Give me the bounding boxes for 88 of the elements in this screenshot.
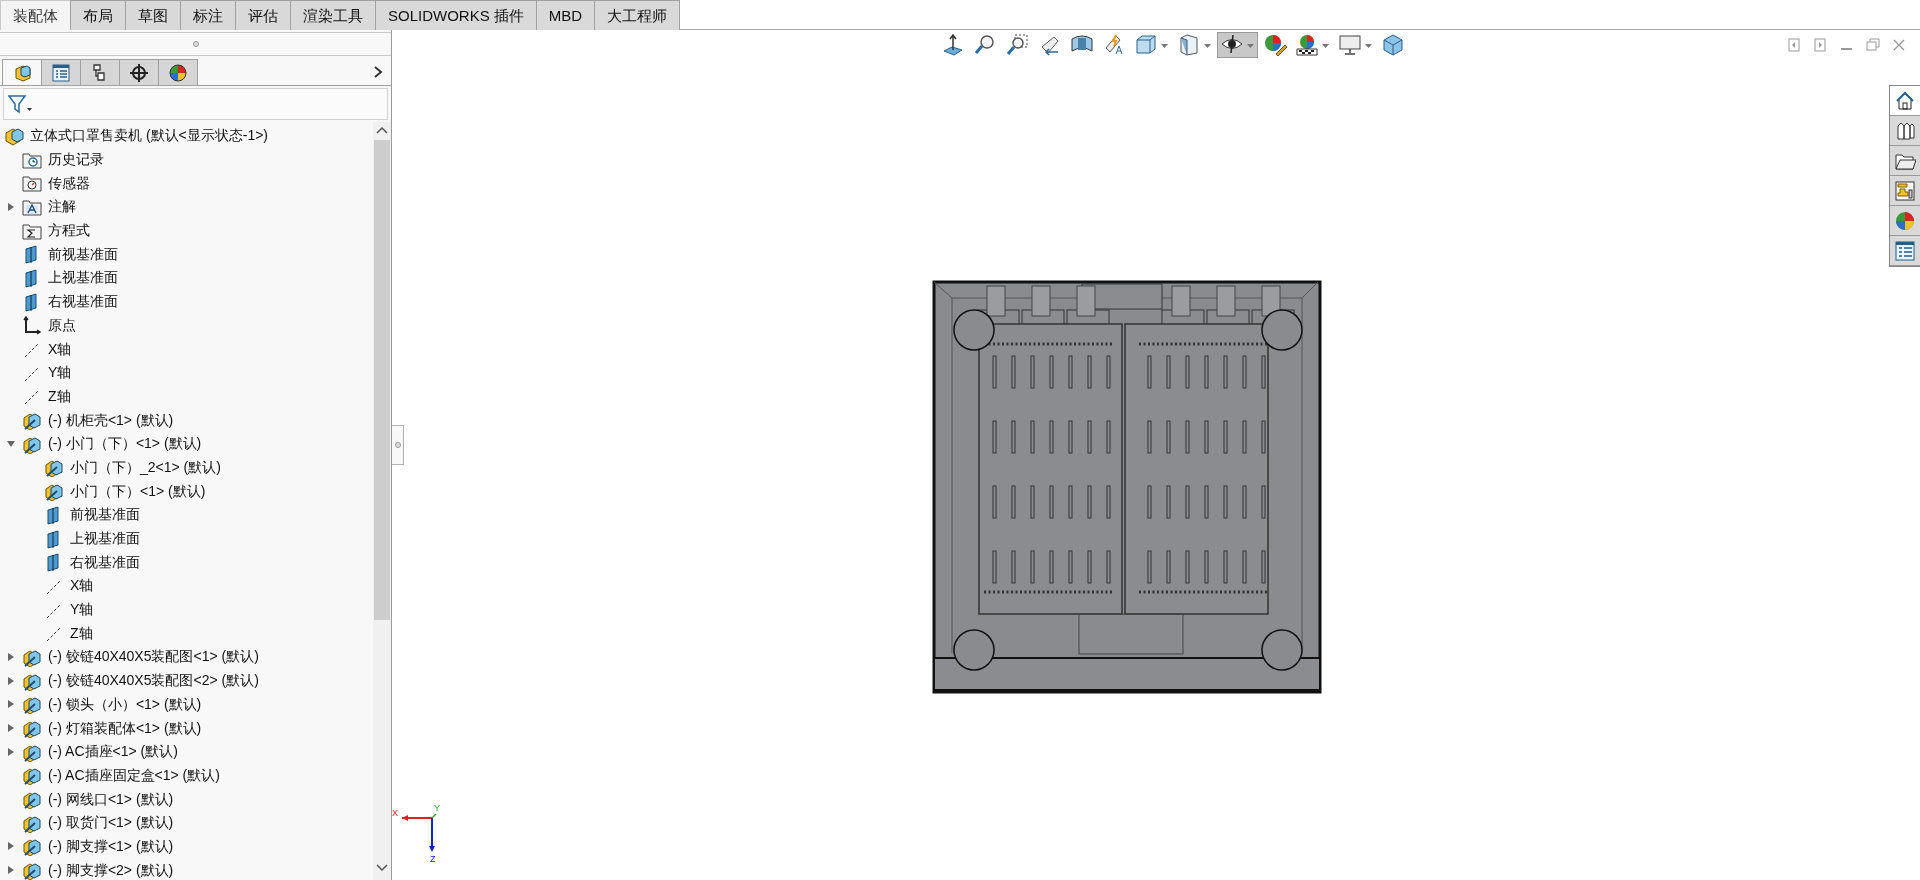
color-wheel-icon xyxy=(168,62,188,83)
tree-item-label[interactable]: 前视基准面 xyxy=(70,504,140,526)
tree-item-label[interactable]: Y轴 xyxy=(70,599,94,621)
tree-item-label[interactable]: (-) 锁头（小）<1> (默认) xyxy=(48,693,202,715)
task-pane-tab[interactable] xyxy=(1890,176,1920,206)
pane-left-icon[interactable] xyxy=(1788,38,1802,52)
toolbar-button[interactable] xyxy=(1217,32,1258,58)
ribbon-tab[interactable]: 草图 xyxy=(125,0,181,30)
assembly-icon xyxy=(12,62,32,83)
task-pane-tab[interactable] xyxy=(1890,116,1920,146)
tree-item-label[interactable]: 前视基准面 xyxy=(48,243,118,265)
tree-item-label[interactable]: 右视基准面 xyxy=(48,291,118,313)
expand-arrow-icon[interactable] xyxy=(7,841,15,852)
tree-item-label[interactable]: (-) 机柜壳<1> (默认) xyxy=(48,409,174,431)
cube-icon xyxy=(1381,33,1405,57)
expand-arrow-icon[interactable] xyxy=(7,201,15,212)
view-orientation-icon xyxy=(1134,33,1158,57)
y-axis-label: Y xyxy=(434,804,440,813)
ribbon-tab[interactable]: 标注 xyxy=(180,0,236,30)
ribbon-tab[interactable]: 评估 xyxy=(235,0,291,30)
ribbon-tab[interactable]: 装配体 xyxy=(0,0,71,30)
tree-item-label[interactable]: 历史记录 xyxy=(48,149,104,171)
monitor-icon xyxy=(1338,33,1362,57)
x-axis-label: X xyxy=(392,809,398,818)
close-icon[interactable] xyxy=(1892,38,1906,52)
tree-item-label[interactable]: 右视基准面 xyxy=(70,551,140,573)
edit-appearance-icon xyxy=(1263,33,1287,57)
color-wheel-icon xyxy=(1894,209,1916,232)
palette-layout-icon xyxy=(1894,179,1916,202)
panel-grip-icon[interactable] xyxy=(192,41,199,47)
expand-arrow-icon[interactable] xyxy=(7,723,15,734)
tree-item-label[interactable]: (-) 铰链40X40X5装配图<1> (默认) xyxy=(48,646,259,668)
panel-tab[interactable] xyxy=(2,59,42,85)
panel-tab[interactable] xyxy=(41,59,81,85)
tree-item-label[interactable]: 立体式口罩售卖机 (默认<显示状态-1>) xyxy=(30,125,268,147)
tree-item-label[interactable]: 方程式 xyxy=(48,220,90,242)
ribbon-tab[interactable]: 渲染工具 xyxy=(290,0,376,30)
tree-item-label[interactable]: 上视基准面 xyxy=(70,528,140,550)
ribbon-tab[interactable]: SOLIDWORKS 插件 xyxy=(375,0,537,30)
tree-item-label[interactable]: 小门（下）_2<1> (默认) xyxy=(70,456,221,478)
tree-item-label[interactable]: (-) AC插座<1> (默认) xyxy=(48,741,178,763)
tree-item-label[interactable]: 上视基准面 xyxy=(48,267,118,289)
tree-item-label[interactable]: 原点 xyxy=(48,314,76,336)
panel-tab[interactable] xyxy=(119,59,159,85)
z-axis-label: Z xyxy=(430,855,436,864)
expand-arrow-icon[interactable] xyxy=(7,675,15,686)
task-pane-tab[interactable] xyxy=(1890,236,1920,266)
tree-item-label[interactable]: (-) 网线口<1> (默认) xyxy=(48,788,174,810)
tree-item-label[interactable]: (-) 脚支撑<2> (默认) xyxy=(48,859,174,880)
list-icon xyxy=(51,62,71,83)
ribbon-tab[interactable]: MBD xyxy=(535,0,596,30)
sensor-folder-icon xyxy=(22,173,42,194)
tree-item-label[interactable]: 传感器 xyxy=(48,172,90,194)
tree-item-label[interactable]: (-) 取货门<1> (默认) xyxy=(48,812,174,834)
scene-icon xyxy=(1295,33,1319,57)
panel-tab[interactable] xyxy=(158,59,198,85)
tree-item-label[interactable]: (-) AC插座固定盒<1> (默认) xyxy=(48,764,220,786)
panel-tab[interactable] xyxy=(80,59,120,85)
display-style-icon xyxy=(1177,33,1201,57)
tree-item-label[interactable]: 小门（下）<1> (默认) xyxy=(70,480,206,502)
tree-item-label[interactable]: (-) 灯箱装配体<1> (默认) xyxy=(48,717,202,739)
panel-collapse-handle[interactable] xyxy=(392,425,404,465)
tree-item-label[interactable]: 注解 xyxy=(48,196,76,218)
home-icon xyxy=(1894,89,1916,112)
expand-arrow-icon[interactable] xyxy=(7,865,15,876)
ribbon-tab[interactable]: 布局 xyxy=(70,0,126,30)
expand-arrow-icon[interactable] xyxy=(7,746,15,757)
tree-item-label[interactable]: Y轴 xyxy=(48,362,72,384)
origin-icon xyxy=(22,315,42,336)
task-pane-tab[interactable] xyxy=(1890,146,1920,176)
tree-item-label[interactable]: (-) 铰链40X40X5装配图<2> (默认) xyxy=(48,670,259,692)
chevron-right-icon[interactable] xyxy=(373,65,383,79)
tree-item-label[interactable]: X轴 xyxy=(70,575,94,597)
properties-list-icon xyxy=(1894,239,1916,262)
tree-item-label[interactable]: X轴 xyxy=(48,338,72,360)
tree-item-label[interactable]: (-) 脚支撑<1> (默认) xyxy=(48,835,174,857)
tree-item-label[interactable]: (-) 小门（下）<1> (默认) xyxy=(48,433,202,455)
ribbon-tab[interactable]: 大工程师 xyxy=(594,0,681,30)
zoom-area-icon xyxy=(1006,33,1030,57)
tree-item-label[interactable]: Z轴 xyxy=(70,622,93,644)
pane-right-icon[interactable] xyxy=(1814,38,1828,52)
expand-arrow-icon[interactable] xyxy=(7,699,15,710)
collapse-arrow-icon[interactable] xyxy=(6,439,16,448)
tree-item-label[interactable]: Z轴 xyxy=(48,385,71,407)
filter-icon[interactable] xyxy=(8,94,32,114)
expand-arrow-icon[interactable] xyxy=(7,651,15,662)
crosshair-icon xyxy=(129,62,149,83)
scrollbar-thumb[interactable] xyxy=(374,140,390,620)
